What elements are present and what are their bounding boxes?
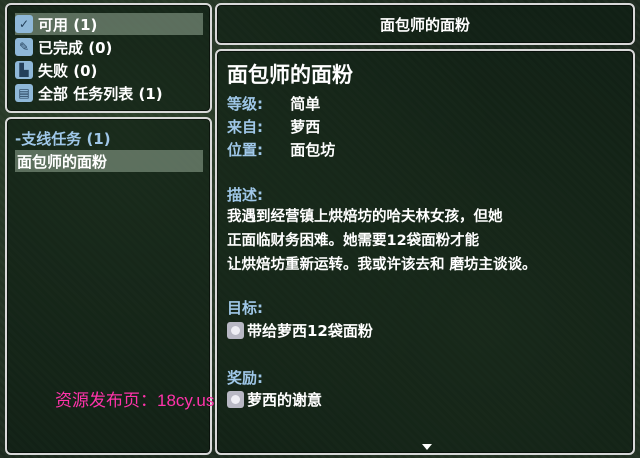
category-available[interactable]: ✓ 可用 (1) [15, 13, 203, 35]
reward-item: 萝西的谢意 [227, 389, 322, 410]
quest-title-panel: 面包师的面粉 [215, 3, 635, 45]
quest-location-row: 位置: 面包坊 [227, 139, 335, 160]
quest-level-value: 简单 [290, 95, 321, 113]
category-all-label: 全部 任务列表 (1) [38, 84, 163, 103]
quest-level-row: 等级: 简单 [227, 93, 320, 114]
reward-bullet-icon [227, 391, 244, 408]
side-quest-group-header[interactable]: -支线任务 (1) [15, 128, 111, 149]
quest-location-label: 位置: [227, 141, 263, 159]
category-failed-label: 失败 (0) [38, 61, 98, 80]
category-all[interactable]: ▤ 全部 任务列表 (1) [15, 82, 203, 104]
quest-giver-row: 来自: 萝西 [227, 116, 320, 137]
category-completed-label: 已完成 (0) [38, 38, 113, 57]
category-completed[interactable]: ✎ 已完成 (0) [15, 36, 203, 58]
quest-list-item[interactable]: 面包师的面粉 [15, 150, 203, 172]
feather-icon: ✎ [15, 38, 33, 56]
boot-icon: ▙ [15, 61, 33, 79]
quest-description: 我遇到经营镇上烘焙坊的哈夫林女孩，但她 正面临财务困难。她需要12袋面粉才能 让… [227, 209, 537, 273]
quest-location-value: 面包坊 [290, 141, 336, 159]
scroll-down-icon[interactable] [422, 444, 432, 450]
check-scroll-icon: ✓ [15, 15, 33, 33]
objective-item: 带给萝西12袋面粉 [227, 320, 373, 341]
quest-name: 面包师的面粉 [227, 63, 353, 87]
quest-list-item-label: 面包师的面粉 [17, 152, 108, 171]
objective-text: 带给萝西12袋面粉 [247, 322, 373, 340]
watermark-text: 资源发布页：18cy.us [55, 391, 215, 410]
book-icon: ▤ [15, 84, 33, 102]
quest-detail-panel: 面包师的面粉 等级: 简单 来自: 萝西 位置: 面包坊 描述: 我遇到经营镇上… [215, 49, 635, 455]
quest-title: 面包师的面粉 [379, 15, 470, 34]
quest-category-panel: ✓ 可用 (1) ✎ 已完成 (0) ▙ 失败 (0) ▤ 全部 任务列表 (1… [5, 3, 212, 113]
description-heading: 描述: [227, 186, 263, 204]
quest-level-label: 等级: [227, 95, 263, 113]
reward-text: 萝西的谢意 [247, 391, 323, 409]
objective-heading: 目标: [227, 299, 263, 317]
objective-bullet-icon [227, 322, 244, 339]
category-available-label: 可用 (1) [38, 15, 98, 34]
category-failed[interactable]: ▙ 失败 (0) [15, 59, 203, 81]
quest-giver-value: 萝西 [290, 118, 321, 136]
quest-giver-label: 来自: [227, 118, 263, 136]
reward-heading: 奖励: [227, 369, 263, 387]
